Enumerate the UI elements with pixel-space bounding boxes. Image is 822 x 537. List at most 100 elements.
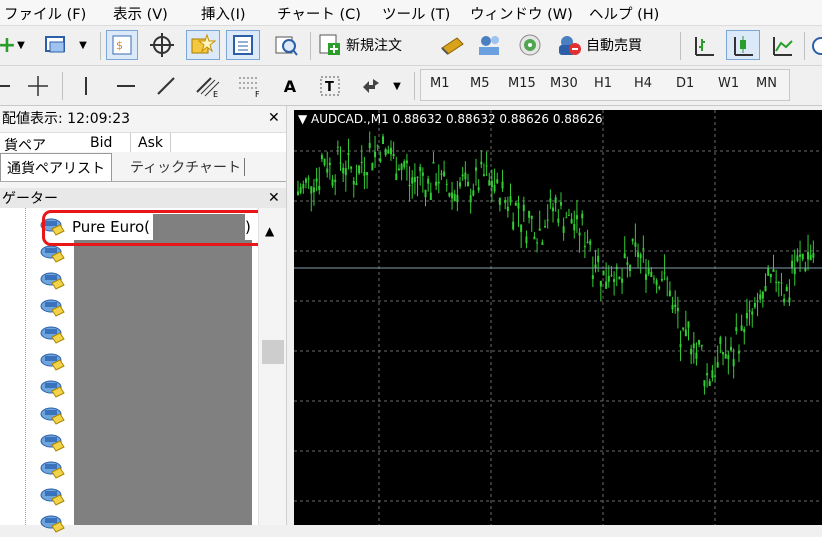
horizontal-line-icon[interactable] bbox=[112, 72, 140, 100]
candle-body bbox=[474, 167, 477, 171]
navigator-item[interactable] bbox=[40, 484, 66, 510]
candle-body bbox=[767, 268, 770, 276]
vertical-line-icon[interactable] bbox=[72, 72, 100, 100]
menu-tools[interactable]: ツール (T) bbox=[382, 3, 450, 24]
equidistant-channel-icon[interactable]: E bbox=[192, 72, 224, 100]
candle-body bbox=[514, 202, 517, 206]
menu-view[interactable]: 表示 (V) bbox=[113, 3, 168, 24]
candlestick-icon[interactable] bbox=[726, 30, 760, 60]
bar-chart-icon[interactable] bbox=[688, 30, 720, 60]
timeframe-m30-button[interactable]: M30 bbox=[550, 76, 578, 91]
timeframe-w1-button[interactable]: W1 bbox=[718, 76, 739, 91]
timeframe-m15-button[interactable]: M15 bbox=[508, 76, 536, 91]
redaction-block bbox=[74, 240, 252, 525]
navigator-item[interactable] bbox=[40, 295, 66, 321]
scrollbar-thumb[interactable] bbox=[262, 340, 284, 364]
crosshair-icon[interactable] bbox=[146, 30, 178, 60]
candle-body bbox=[299, 187, 302, 193]
candle-body bbox=[652, 278, 655, 280]
metaeditor-icon[interactable] bbox=[436, 30, 468, 60]
candle-body bbox=[764, 285, 767, 292]
candle-body bbox=[366, 172, 369, 176]
candle-body bbox=[382, 136, 385, 145]
candle-body bbox=[318, 185, 321, 191]
chart-window[interactable]: ▼ AUDCAD.,M1 0.88632 0.88632 0.88626 0.8… bbox=[294, 110, 822, 525]
navigator-item[interactable] bbox=[40, 430, 66, 456]
candle-body bbox=[339, 162, 342, 164]
navigator-item[interactable] bbox=[40, 403, 66, 429]
text-label-icon[interactable]: T bbox=[316, 72, 344, 100]
candle-body bbox=[482, 174, 485, 176]
menu-bar: ファイル (F) 表示 (V) 挿入(I) チャート (C) ツール (T) ウ… bbox=[0, 0, 822, 26]
candle-body bbox=[740, 325, 743, 331]
timeframe-d1-button[interactable]: D1 bbox=[676, 76, 694, 91]
candle-body bbox=[297, 191, 299, 196]
zoom-in-icon[interactable] bbox=[810, 34, 822, 58]
candle-body bbox=[690, 348, 693, 355]
candle-body bbox=[714, 375, 717, 377]
candle-body bbox=[780, 282, 783, 284]
text-icon[interactable]: A bbox=[276, 72, 304, 100]
tab-symbols[interactable]: 通貨ペアリスト bbox=[0, 153, 112, 181]
scroll-up-arrow-icon[interactable]: ▲ bbox=[265, 224, 274, 238]
menu-insert[interactable]: 挿入(I) bbox=[201, 3, 246, 24]
line-chart-icon[interactable] bbox=[766, 30, 798, 60]
candle-body bbox=[469, 195, 472, 203]
navigator-item[interactable] bbox=[40, 376, 66, 402]
new-chart-plus-icon[interactable]: + bbox=[0, 32, 16, 58]
candle-body bbox=[416, 176, 419, 178]
panel-splitter[interactable] bbox=[286, 106, 294, 525]
signals-icon[interactable] bbox=[474, 30, 506, 60]
navigator-item[interactable] bbox=[40, 457, 66, 483]
column-ask[interactable]: Ask bbox=[138, 135, 163, 151]
chevron-down-icon[interactable]: ▼ bbox=[76, 34, 90, 56]
cursor-icon[interactable] bbox=[0, 72, 14, 100]
candle-body bbox=[623, 253, 626, 259]
arrows-icon[interactable] bbox=[356, 72, 384, 100]
candle-body bbox=[708, 381, 711, 386]
expert-advisor-icon bbox=[40, 488, 65, 506]
timeframe-m1-button[interactable]: M1 bbox=[430, 76, 450, 91]
chevron-down-icon[interactable]: ▼ bbox=[14, 34, 28, 56]
market-watch-icon[interactable]: $ bbox=[106, 30, 138, 60]
fibonacci-icon[interactable]: F bbox=[234, 72, 266, 100]
strategy-tester-icon[interactable] bbox=[270, 30, 302, 60]
candle-body bbox=[522, 204, 525, 212]
navigator-icon[interactable] bbox=[186, 30, 220, 60]
timeframe-h1-button[interactable]: H1 bbox=[594, 76, 612, 91]
auto-trading-button[interactable]: 自動売買 bbox=[556, 31, 668, 59]
radar-icon[interactable] bbox=[514, 30, 546, 60]
profiles-icon[interactable] bbox=[42, 32, 70, 58]
timeframe-mn-button[interactable]: MN bbox=[756, 76, 777, 91]
timeframe-h4-button[interactable]: H4 bbox=[634, 76, 652, 91]
navigator-item[interactable] bbox=[40, 511, 66, 537]
new-order-button[interactable]: 新規注文 bbox=[318, 31, 434, 59]
candle-body bbox=[411, 177, 414, 184]
navigator-item[interactable] bbox=[40, 322, 66, 348]
navigator-item[interactable] bbox=[40, 349, 66, 375]
terminal-icon[interactable] bbox=[226, 30, 260, 60]
tab-tick-chart[interactable]: ティックチャート bbox=[124, 153, 247, 181]
candle-body bbox=[791, 260, 794, 269]
menu-chart[interactable]: チャート (C) bbox=[277, 3, 361, 24]
candle-body bbox=[546, 219, 549, 221]
menu-file[interactable]: ファイル (F) bbox=[4, 3, 86, 24]
candle-body bbox=[552, 207, 555, 212]
chevron-down-icon[interactable]: ▼ bbox=[390, 76, 404, 96]
expert-advisor-icon bbox=[40, 272, 65, 290]
candle-body bbox=[472, 190, 475, 196]
crosshair-cursor-icon[interactable] bbox=[24, 72, 52, 100]
navigator-item[interactable] bbox=[40, 268, 66, 294]
column-bid[interactable]: Bid bbox=[90, 135, 112, 151]
candle-body bbox=[597, 255, 600, 263]
candle-body bbox=[788, 297, 791, 303]
candle-body bbox=[807, 251, 810, 260]
candle-body bbox=[799, 254, 802, 257]
new-order-label: 新規注文 bbox=[346, 38, 402, 54]
column-symbol[interactable]: 貨ペア bbox=[4, 135, 46, 152]
menu-help[interactable]: ヘルプ (H) bbox=[589, 3, 659, 24]
timeframe-m5-button[interactable]: M5 bbox=[470, 76, 490, 91]
navigator-scrollbar[interactable]: ▲ bbox=[258, 208, 286, 525]
menu-window[interactable]: ウィンドウ (W) bbox=[470, 3, 573, 24]
trendline-icon[interactable] bbox=[152, 72, 180, 100]
